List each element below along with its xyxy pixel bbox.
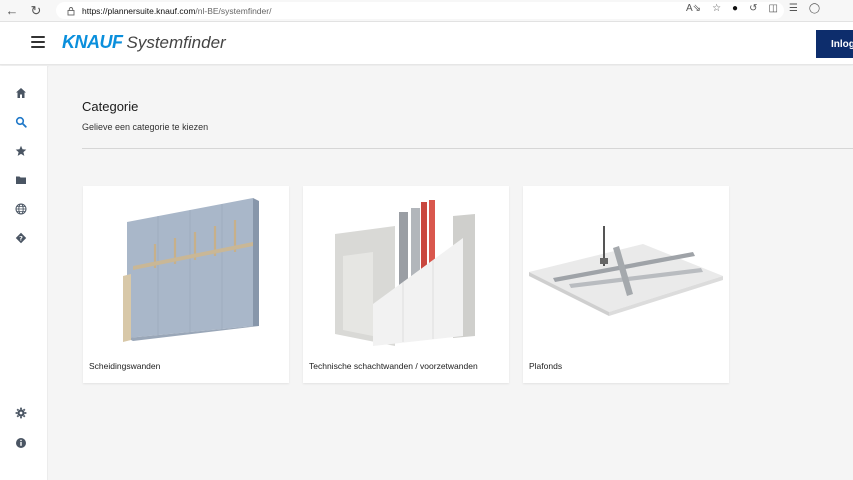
address-bar[interactable]: https://plannersuite.knauf.com/nl-BE/sys… <box>56 2 784 19</box>
category-label: Technische schachtwanden / voorzetwanden <box>309 361 478 371</box>
info-icon[interactable] <box>14 436 28 450</box>
url-path: /nl-BE/systemfinder/ <box>195 5 272 16</box>
settings-gear-icon[interactable] <box>14 406 28 420</box>
shaft-wall-image <box>335 200 475 346</box>
lock-icon <box>67 6 75 15</box>
extension-icon[interactable]: ● <box>732 3 738 14</box>
back-icon[interactable]: ← <box>4 3 20 19</box>
app-header: KNAUF Systemfinder Inlog <box>0 22 853 65</box>
partition-wall-image <box>123 198 259 342</box>
help-icon[interactable]: ? <box>14 231 28 245</box>
sidebar: ? <box>0 66 48 480</box>
globe-icon[interactable] <box>14 202 28 216</box>
category-card-scheidingswanden[interactable]: Scheidingswanden <box>83 186 289 383</box>
category-card-plafonds[interactable]: Plafonds <box>523 186 729 383</box>
category-label: Plafonds <box>529 361 563 371</box>
logo-product: Systemfinder <box>126 33 226 52</box>
url-host: https://plannersuite.knauf.com <box>82 5 196 16</box>
star-icon[interactable] <box>14 144 28 158</box>
collections-icon[interactable]: ◯ <box>809 3 820 14</box>
category-label: Scheidingswanden <box>89 361 161 371</box>
logo-brand: KNAUF <box>62 32 123 52</box>
login-button[interactable]: Inlog <box>816 30 853 58</box>
folder-icon[interactable] <box>14 173 28 187</box>
knauf-logo[interactable]: KNAUF Systemfinder <box>62 32 226 53</box>
browser-toolbar: ← ↻ https://plannersuite.knauf.com/nl-BE… <box>0 0 853 22</box>
read-aloud-icon[interactable]: A⇘ <box>686 3 701 14</box>
main-content: Categorie Gelieve een categorie te kieze… <box>49 66 853 480</box>
hamburger-menu-icon[interactable] <box>31 36 45 48</box>
home-icon[interactable] <box>14 86 28 100</box>
svg-text:?: ? <box>19 234 23 242</box>
reload-icon[interactable]: ↻ <box>28 3 44 19</box>
page-subtitle: Gelieve een categorie te kiezen <box>82 122 209 132</box>
split-screen-icon[interactable]: ◫ <box>768 3 777 14</box>
favorite-star-icon[interactable]: ☆ <box>712 3 721 14</box>
search-icon[interactable] <box>14 115 28 129</box>
category-card-schachtwanden[interactable]: Technische schachtwanden / voorzetwanden <box>303 186 509 383</box>
divider <box>82 148 853 149</box>
ceiling-image <box>529 226 723 316</box>
page-title: Categorie <box>82 99 139 114</box>
refresh-extension-icon[interactable]: ↺ <box>749 3 757 14</box>
favorites-bar-icon[interactable]: ☰ <box>789 3 798 14</box>
